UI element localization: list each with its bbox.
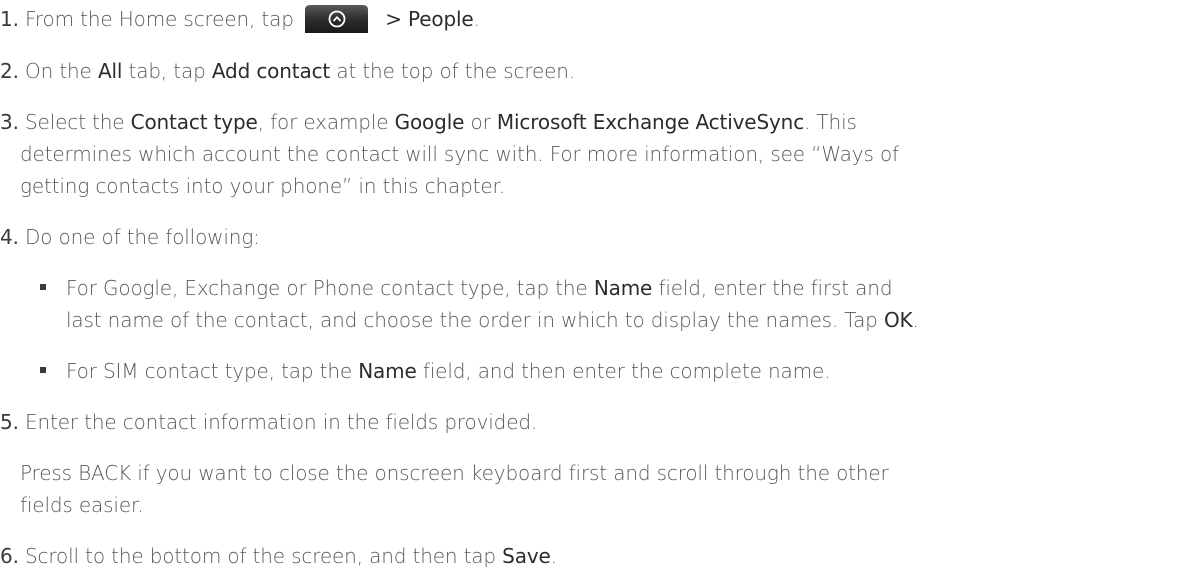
name-field-label: Name [358, 359, 417, 383]
step-text: or [470, 110, 491, 134]
all-tab-label: All [97, 59, 123, 83]
people-label: > People [385, 7, 474, 31]
step-number: 4. [0, 225, 19, 249]
name-field-label: Name [593, 276, 653, 300]
step-3-line-2: determines which account the contact wil… [20, 142, 899, 166]
step-number: 6. [0, 544, 19, 568]
punctuation: . [550, 544, 557, 568]
save-label: Save [502, 544, 551, 568]
step-text: . This [804, 110, 857, 134]
step-4: 4. Do one of the following: [0, 221, 1190, 253]
note-line-2: fields easier. [20, 493, 144, 517]
note-line-1: Press BACK if you want to close the onsc… [20, 461, 889, 485]
add-contact-label: Add contact [211, 59, 331, 83]
step-5: 5. Enter the contact information in the … [0, 406, 1190, 438]
bullet-text: last name of the contact, and choose the… [66, 308, 878, 332]
step-text: at the top of the screen. [336, 59, 576, 83]
step-number: 5. [0, 410, 19, 434]
step-text: From the Home screen, tap [25, 7, 294, 31]
step-text: Enter the contact information in the fie… [25, 410, 538, 434]
bullet-text: field, enter the first and [658, 276, 893, 300]
bullet-icon [40, 366, 46, 373]
bullet-text: field, and then enter the complete name. [422, 359, 831, 383]
bullet-text: For Google, Exchange or Phone contact ty… [66, 276, 588, 300]
instruction-document: 1. From the Home screen, tap > People. 2… [0, 0, 1196, 587]
bullet-item-2: For SIM contact type, tap the Name field… [40, 355, 830, 387]
all-apps-launch-icon [304, 4, 369, 34]
bullet-icon [40, 283, 46, 290]
bullet-item-1: For Google, Exchange or Phone contact ty… [40, 272, 893, 304]
step-3: 3. Select the Contact type, for example … [0, 106, 1190, 138]
step-text: tab, tap [128, 59, 206, 83]
bullet-text: For SIM contact type, tap the [66, 359, 353, 383]
step-3-line-3: getting contacts into your phone” in thi… [20, 174, 505, 198]
google-label: Google [394, 110, 465, 134]
contact-type-label: Contact type [130, 110, 258, 134]
step-text: Do one of the following: [25, 225, 260, 249]
step-number: 2. [0, 59, 19, 83]
step-text: Select the [25, 110, 125, 134]
punctuation: . [473, 7, 480, 31]
step-2: 2. On the All tab, tap Add contact at th… [0, 55, 1190, 87]
step-number: 1. [0, 7, 19, 31]
step-text: Scroll to the bottom of the screen, and … [25, 544, 496, 568]
exchange-activesync-label: Microsoft Exchange ActiveSync [496, 110, 805, 134]
punctuation: . [912, 308, 919, 332]
step-6: 6. Scroll to the bottom of the screen, a… [0, 540, 1190, 572]
step-1: 1. From the Home screen, tap > People. [0, 3, 1190, 36]
step-text: , for example [257, 110, 389, 134]
ok-label: OK [883, 308, 913, 332]
bullet-item-1-line-2: last name of the contact, and choose the… [66, 304, 919, 336]
step-text: On the [25, 59, 92, 83]
step-number: 3. [0, 110, 19, 134]
